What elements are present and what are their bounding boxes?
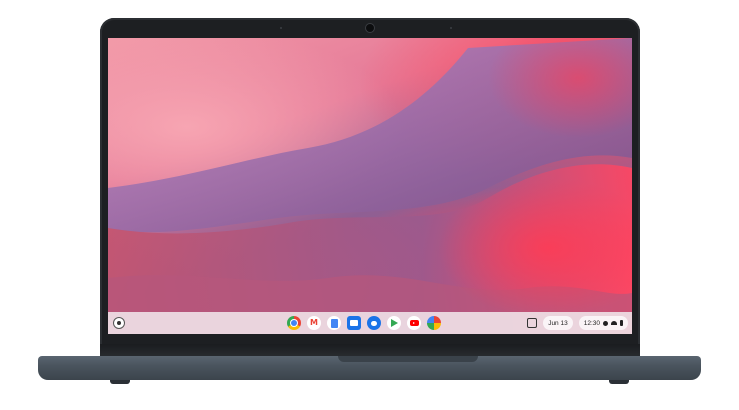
- opening-notch: [338, 356, 478, 362]
- launcher-button[interactable]: [114, 318, 124, 328]
- chrome-icon[interactable]: [287, 316, 301, 330]
- rubber-foot: [609, 380, 629, 384]
- youtube-icon[interactable]: [407, 316, 421, 330]
- sensor-dot: [450, 27, 452, 29]
- sensor-dot: [280, 27, 282, 29]
- play-store-icon[interactable]: [387, 316, 401, 330]
- files-icon[interactable]: [347, 316, 361, 330]
- battery-icon: [620, 320, 623, 326]
- do-not-disturb-icon: [603, 320, 608, 326]
- pinned-apps: M: [287, 316, 441, 330]
- status-tray: Jun 13 12:30: [527, 315, 628, 331]
- messages-icon[interactable]: [367, 316, 381, 330]
- wallpaper: [108, 38, 632, 334]
- time-text: 12:30: [583, 319, 600, 327]
- display-screen: M Jun 13 12:30: [108, 38, 632, 334]
- webcam-icon: [366, 24, 374, 32]
- photos-icon[interactable]: [427, 316, 441, 330]
- wifi-icon: [611, 321, 617, 325]
- system-tray-pill[interactable]: 12:30: [578, 316, 628, 330]
- date-text: Jun 13: [548, 319, 568, 327]
- laptop-product-image: M Jun 13 12:30: [0, 0, 739, 410]
- laptop-base: [38, 356, 701, 380]
- rubber-foot: [110, 380, 130, 384]
- docs-icon[interactable]: [327, 316, 341, 330]
- camera-bar: [280, 24, 452, 32]
- gmail-icon[interactable]: M: [307, 316, 321, 330]
- shelf: M Jun 13 12:30: [108, 312, 632, 334]
- clipboard-icon[interactable]: [527, 318, 538, 328]
- date-pill[interactable]: Jun 13: [543, 316, 573, 330]
